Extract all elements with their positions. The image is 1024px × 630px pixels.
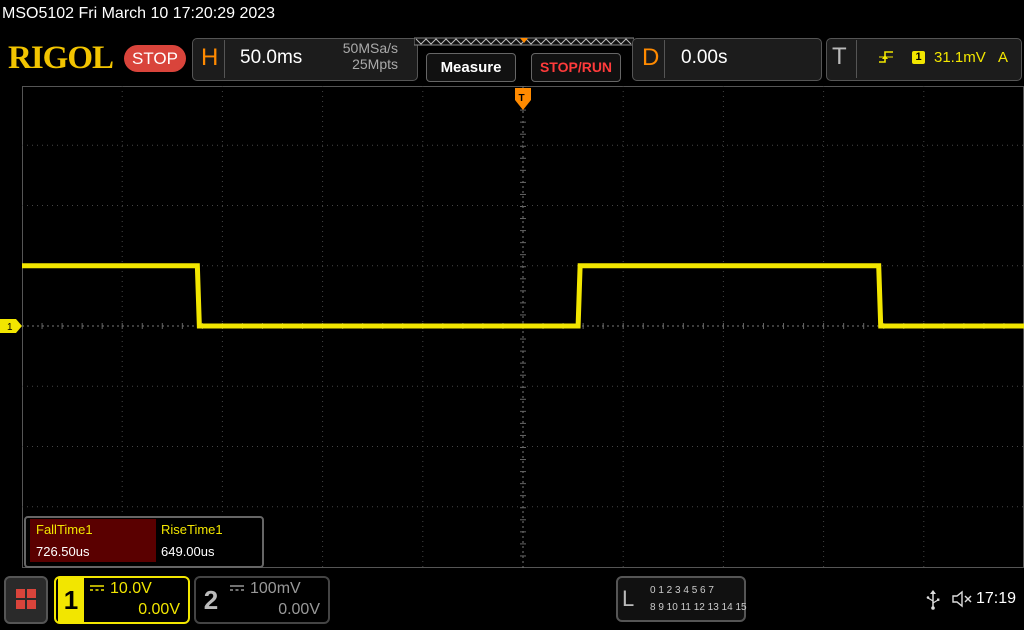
- timebase-value: 50.0ms: [240, 47, 303, 68]
- ch2-offset: 0.00V: [278, 601, 320, 618]
- logic-analyzer-label: L: [622, 586, 635, 611]
- memory-position-bar: [414, 37, 634, 46]
- trigger-divider: [856, 40, 857, 78]
- rigol-logo: RIGOL: [8, 40, 114, 76]
- memory-depth: 25Mpts: [352, 56, 398, 72]
- system-clock: 17:19: [976, 590, 1017, 607]
- grid-menu-icon: [16, 589, 36, 609]
- sample-rate: 50MSa/s: [342, 40, 398, 56]
- trigger-source: 1: [912, 51, 925, 64]
- measure-button[interactable]: Measure: [426, 53, 516, 82]
- trigger-level: 31.1mV: [934, 49, 986, 66]
- logic-channels-row-1: 0 1 2 3 4 5 6 7: [650, 585, 714, 596]
- measurement-name[interactable]: RiseTime1: [156, 519, 256, 541]
- trigger-position-icon[interactable]: T: [515, 88, 531, 110]
- dc-coupling-icon: [90, 585, 104, 591]
- ch1-offset-marker[interactable]: 1: [0, 319, 22, 333]
- trigger-label: T: [832, 43, 847, 70]
- logic-analyzer-settings[interactable]: [616, 576, 746, 622]
- trigger-mode: A: [998, 49, 1009, 66]
- delay-divider: [664, 40, 665, 78]
- ch1-offset: 0.00V: [138, 601, 180, 618]
- window-title: MSO5102 Fri March 10 17:20:29 2023: [2, 5, 276, 22]
- ch1-label: 1: [58, 578, 84, 622]
- delay-value: 0.00s: [681, 47, 728, 68]
- measurement-value: 649.00us: [161, 544, 215, 559]
- ch2-label: 2: [203, 585, 219, 615]
- ch1-scale: 10.0V: [110, 580, 152, 597]
- usb-icon: [926, 590, 940, 610]
- ch1-marker-label: 1: [7, 322, 13, 333]
- stop-run-button[interactable]: STOP/RUN: [531, 53, 621, 82]
- logic-channels-row-2: 8 9 10 11 12 13 14 15: [650, 602, 747, 613]
- muted-speaker-icon[interactable]: [951, 590, 973, 608]
- svg-text:T: T: [519, 93, 525, 104]
- delay-label: D: [642, 44, 660, 71]
- horizontal-label: H: [201, 44, 219, 71]
- ch2-scale: 100mV: [250, 580, 301, 597]
- run-state-badge: STOP: [124, 45, 186, 72]
- measurement-value: 726.50us: [30, 541, 156, 562]
- horizontal-divider: [224, 40, 225, 78]
- dc-coupling-icon: [230, 585, 244, 591]
- waveform-display[interactable]: [22, 86, 1024, 568]
- rising-edge-icon: [879, 51, 893, 63]
- measurement-name[interactable]: FallTime1: [30, 519, 156, 541]
